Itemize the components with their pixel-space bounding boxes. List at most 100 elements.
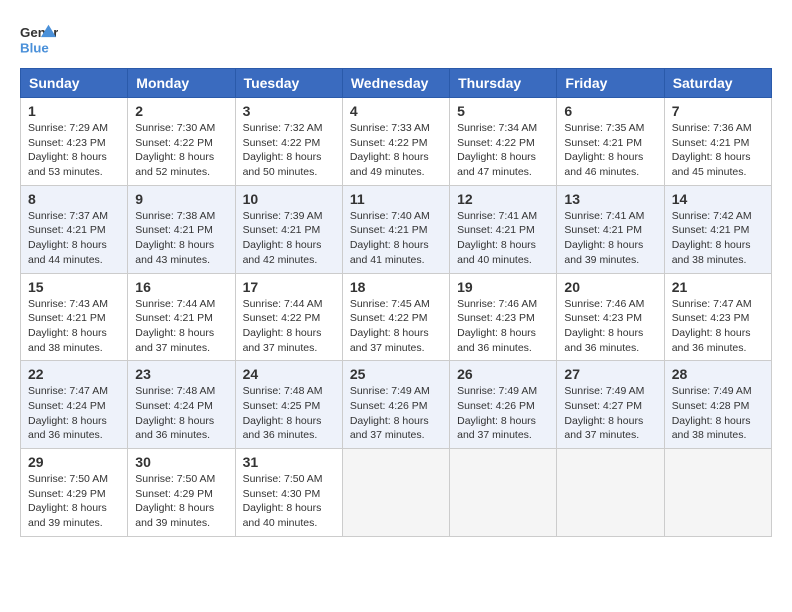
calendar-day-cell: 30Sunrise: 7:50 AMSunset: 4:29 PMDayligh… (128, 449, 235, 537)
calendar-day-cell: 11 Sunrise: 7:40 AMSunset: 4:21 PMDayligh… (342, 185, 449, 273)
day-number: 30 (135, 454, 227, 470)
calendar-day-cell: 31Sunrise: 7:50 AMSunset: 4:30 PMDayligh… (235, 449, 342, 537)
day-info: Sunrise: 7:49 AMSunset: 4:26 PMDaylight:… (350, 384, 442, 443)
day-info: Sunrise: 7:39 AMSunset: 4:21 PMDaylight:… (243, 209, 335, 268)
calendar-header-row: SundayMondayTuesdayWednesdayThursdayFrid… (21, 69, 772, 98)
day-info: Sunrise: 7:37 AMSunset: 4:21 PMDaylight:… (28, 209, 120, 268)
day-info: Sunrise: 7:45 AMSunset: 4:22 PMDaylight:… (350, 297, 442, 356)
calendar-day-cell: 16 Sunrise: 7:44 AMSunset: 4:21 PMDayligh… (128, 273, 235, 361)
day-info: Sunrise: 7:49 AMSunset: 4:26 PMDaylight:… (457, 384, 549, 443)
day-info: Sunrise: 7:48 AMSunset: 4:24 PMDaylight:… (135, 384, 227, 443)
day-info: Sunrise: 7:49 AMSunset: 4:27 PMDaylight:… (564, 384, 656, 443)
weekday-header-thursday: Thursday (450, 69, 557, 98)
calendar-day-cell: 17 Sunrise: 7:44 AMSunset: 4:22 PMDayligh… (235, 273, 342, 361)
page-header: General Blue (20, 20, 772, 58)
calendar-week-row: 22 Sunrise: 7:47 AMSunset: 4:24 PMDayligh… (21, 361, 772, 449)
day-number: 16 (135, 279, 227, 295)
day-number: 14 (672, 191, 764, 207)
calendar-day-cell: 1 Sunrise: 7:29 AMSunset: 4:23 PMDaylight… (21, 98, 128, 186)
calendar-day-cell: 25 Sunrise: 7:49 AMSunset: 4:26 PMDayligh… (342, 361, 449, 449)
day-number: 21 (672, 279, 764, 295)
day-info: Sunrise: 7:50 AMSunset: 4:29 PMDaylight:… (28, 472, 120, 531)
day-number: 9 (135, 191, 227, 207)
calendar-day-cell: 23 Sunrise: 7:48 AMSunset: 4:24 PMDayligh… (128, 361, 235, 449)
day-info: Sunrise: 7:32 AMSunset: 4:22 PMDaylight:… (243, 121, 335, 180)
calendar-day-cell: 26 Sunrise: 7:49 AMSunset: 4:26 PMDayligh… (450, 361, 557, 449)
day-number: 19 (457, 279, 549, 295)
calendar-day-cell: 28 Sunrise: 7:49 AMSunset: 4:28 PMDayligh… (664, 361, 771, 449)
day-number: 2 (135, 103, 227, 119)
logo: General Blue (20, 20, 58, 58)
calendar-day-cell: 24Sunrise: 7:48 AMSunset: 4:25 PMDayligh… (235, 361, 342, 449)
day-number: 22 (28, 366, 120, 382)
calendar-day-cell: 3Sunrise: 7:32 AMSunset: 4:22 PMDaylight… (235, 98, 342, 186)
day-number: 10 (243, 191, 335, 207)
calendar-day-cell: 12 Sunrise: 7:41 AMSunset: 4:21 PMDayligh… (450, 185, 557, 273)
day-number: 29 (28, 454, 120, 470)
day-info: Sunrise: 7:36 AMSunset: 4:21 PMDaylight:… (672, 121, 764, 180)
day-info: Sunrise: 7:38 AMSunset: 4:21 PMDaylight:… (135, 209, 227, 268)
day-number: 17 (243, 279, 335, 295)
day-info: Sunrise: 7:47 AMSunset: 4:23 PMDaylight:… (672, 297, 764, 356)
weekday-header-saturday: Saturday (664, 69, 771, 98)
calendar-day-cell: 18Sunrise: 7:45 AMSunset: 4:22 PMDayligh… (342, 273, 449, 361)
calendar-day-cell: 2 Sunrise: 7:30 AMSunset: 4:22 PMDaylight… (128, 98, 235, 186)
calendar-day-cell: 8 Sunrise: 7:37 AMSunset: 4:21 PMDaylight… (21, 185, 128, 273)
day-info: Sunrise: 7:44 AMSunset: 4:21 PMDaylight:… (135, 297, 227, 356)
calendar-table: SundayMondayTuesdayWednesdayThursdayFrid… (20, 68, 772, 537)
day-number: 7 (672, 103, 764, 119)
day-number: 6 (564, 103, 656, 119)
day-info: Sunrise: 7:42 AMSunset: 4:21 PMDaylight:… (672, 209, 764, 268)
calendar-day-cell: 5 Sunrise: 7:34 AMSunset: 4:22 PMDaylight… (450, 98, 557, 186)
calendar-day-cell: 27Sunrise: 7:49 AMSunset: 4:27 PMDayligh… (557, 361, 664, 449)
calendar-day-cell: 20 Sunrise: 7:46 AMSunset: 4:23 PMDayligh… (557, 273, 664, 361)
day-info: Sunrise: 7:40 AMSunset: 4:21 PMDaylight:… (350, 209, 442, 268)
calendar-day-cell: 9 Sunrise: 7:38 AMSunset: 4:21 PMDaylight… (128, 185, 235, 273)
weekday-header-tuesday: Tuesday (235, 69, 342, 98)
weekday-header-monday: Monday (128, 69, 235, 98)
calendar-day-cell: 13Sunrise: 7:41 AMSunset: 4:21 PMDayligh… (557, 185, 664, 273)
day-number: 31 (243, 454, 335, 470)
svg-text:Blue: Blue (20, 40, 49, 55)
calendar-week-row: 15 Sunrise: 7:43 AMSunset: 4:21 PMDayligh… (21, 273, 772, 361)
calendar-day-cell: 21 Sunrise: 7:47 AMSunset: 4:23 PMDayligh… (664, 273, 771, 361)
empty-cell (450, 449, 557, 537)
calendar-week-row: 1 Sunrise: 7:29 AMSunset: 4:23 PMDaylight… (21, 98, 772, 186)
day-number: 13 (564, 191, 656, 207)
day-info: Sunrise: 7:30 AMSunset: 4:22 PMDaylight:… (135, 121, 227, 180)
calendar-day-cell: 6Sunrise: 7:35 AMSunset: 4:21 PMDaylight… (557, 98, 664, 186)
day-number: 5 (457, 103, 549, 119)
day-number: 11 (350, 191, 442, 207)
calendar-day-cell: 14 Sunrise: 7:42 AMSunset: 4:21 PMDayligh… (664, 185, 771, 273)
calendar-day-cell: 4Sunrise: 7:33 AMSunset: 4:22 PMDaylight… (342, 98, 449, 186)
day-number: 1 (28, 103, 120, 119)
day-info: Sunrise: 7:41 AMSunset: 4:21 PMDaylight:… (457, 209, 549, 268)
calendar-day-cell: 10 Sunrise: 7:39 AMSunset: 4:21 PMDayligh… (235, 185, 342, 273)
day-info: Sunrise: 7:29 AMSunset: 4:23 PMDaylight:… (28, 121, 120, 180)
logo-icon: General Blue (20, 20, 58, 58)
day-number: 8 (28, 191, 120, 207)
weekday-header-friday: Friday (557, 69, 664, 98)
calendar-day-cell: 7 Sunrise: 7:36 AMSunset: 4:21 PMDaylight… (664, 98, 771, 186)
day-number: 12 (457, 191, 549, 207)
day-info: Sunrise: 7:46 AMSunset: 4:23 PMDaylight:… (457, 297, 549, 356)
day-info: Sunrise: 7:47 AMSunset: 4:24 PMDaylight:… (28, 384, 120, 443)
day-number: 25 (350, 366, 442, 382)
day-info: Sunrise: 7:34 AMSunset: 4:22 PMDaylight:… (457, 121, 549, 180)
empty-cell (342, 449, 449, 537)
day-info: Sunrise: 7:44 AMSunset: 4:22 PMDaylight:… (243, 297, 335, 356)
day-number: 4 (350, 103, 442, 119)
day-info: Sunrise: 7:43 AMSunset: 4:21 PMDaylight:… (28, 297, 120, 356)
day-number: 28 (672, 366, 764, 382)
empty-cell (664, 449, 771, 537)
day-number: 15 (28, 279, 120, 295)
day-number: 26 (457, 366, 549, 382)
calendar-day-cell: 29 Sunrise: 7:50 AMSunset: 4:29 PMDayligh… (21, 449, 128, 537)
day-number: 20 (564, 279, 656, 295)
calendar-day-cell: 15 Sunrise: 7:43 AMSunset: 4:21 PMDayligh… (21, 273, 128, 361)
day-info: Sunrise: 7:49 AMSunset: 4:28 PMDaylight:… (672, 384, 764, 443)
calendar-week-row: 29 Sunrise: 7:50 AMSunset: 4:29 PMDayligh… (21, 449, 772, 537)
day-number: 23 (135, 366, 227, 382)
day-info: Sunrise: 7:48 AMSunset: 4:25 PMDaylight:… (243, 384, 335, 443)
day-info: Sunrise: 7:46 AMSunset: 4:23 PMDaylight:… (564, 297, 656, 356)
